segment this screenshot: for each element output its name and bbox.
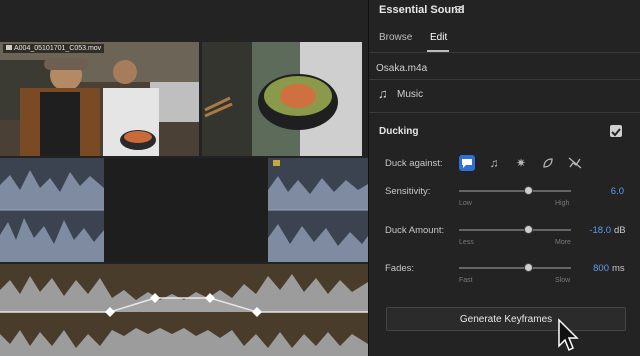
music-note-icon: ♫: [378, 86, 388, 101]
audio-type-label: Music: [397, 89, 424, 100]
video-frame-right: [202, 42, 362, 156]
audio-track-music: [0, 264, 368, 356]
tab-browse[interactable]: Browse: [379, 32, 412, 43]
fades-high-label: Slow: [555, 277, 571, 284]
ducking-title: Ducking: [379, 126, 419, 137]
music-note-filter-icon[interactable]: ♫: [486, 155, 502, 171]
file-name: Osaka.m4a: [376, 63, 428, 74]
hamburger-menu-icon[interactable]: [455, 6, 463, 14]
duck-amount-label: Duck Amount:: [385, 225, 445, 236]
duck-amount-high-label: More: [555, 239, 571, 246]
sensitivity-low-label: Low: [459, 200, 472, 207]
fades-slider[interactable]: [459, 263, 571, 272]
sensitivity-knob[interactable]: [524, 186, 533, 195]
sensitivity-label: Sensitivity:: [385, 186, 431, 197]
duck-amount-slider[interactable]: [459, 225, 571, 234]
sfx-burst-icon[interactable]: ✷: [513, 155, 529, 171]
divider: [369, 79, 640, 80]
duck-amount-knob[interactable]: [524, 225, 533, 234]
duck-against-label: Duck against:: [385, 158, 443, 169]
divider: [369, 112, 640, 113]
duck-amount-unit: dB: [614, 225, 626, 236]
generate-keyframes-button[interactable]: Generate Keyframes: [386, 307, 626, 331]
sensitivity-slider[interactable]: [459, 186, 571, 195]
sensitivity-high-label: High: [555, 200, 570, 207]
fades-low-label: Fast: [459, 277, 473, 284]
fades-label: Fades:: [385, 263, 415, 274]
fades-value[interactable]: 800: [574, 263, 609, 274]
divider: [369, 52, 640, 53]
fades-knob[interactable]: [524, 263, 533, 272]
clip-name-label: A004_05101701_C053.mov: [3, 44, 105, 53]
audio-track-dialogue: [0, 158, 368, 262]
sensitivity-value[interactable]: 6.0: [574, 186, 624, 197]
duck-amount-low-label: Less: [459, 239, 474, 246]
mouse-cursor-icon: [558, 318, 579, 352]
dialogue-bubble-icon[interactable]: [459, 155, 475, 171]
ambience-leaf-icon[interactable]: [540, 155, 556, 171]
duck-amount-value[interactable]: -18.0: [574, 225, 611, 236]
checkmark-icon: [611, 128, 621, 137]
generate-keyframes-label: Generate Keyframes: [459, 313, 553, 325]
panel-title: Essential Sound: [379, 4, 465, 16]
unclassified-audio-icon[interactable]: [567, 155, 583, 171]
tab-edit[interactable]: Edit: [430, 32, 447, 43]
timeline-area: A004_05101701_C053.mov: [0, 0, 368, 356]
ducking-checkbox[interactable]: [610, 125, 622, 137]
video-frame-left: [0, 42, 199, 156]
essential-sound-panel: Essential Sound Browse Edit Osaka.m4a ♫ …: [368, 0, 640, 356]
clip-icon: [6, 45, 12, 50]
fades-unit: ms: [612, 263, 625, 274]
